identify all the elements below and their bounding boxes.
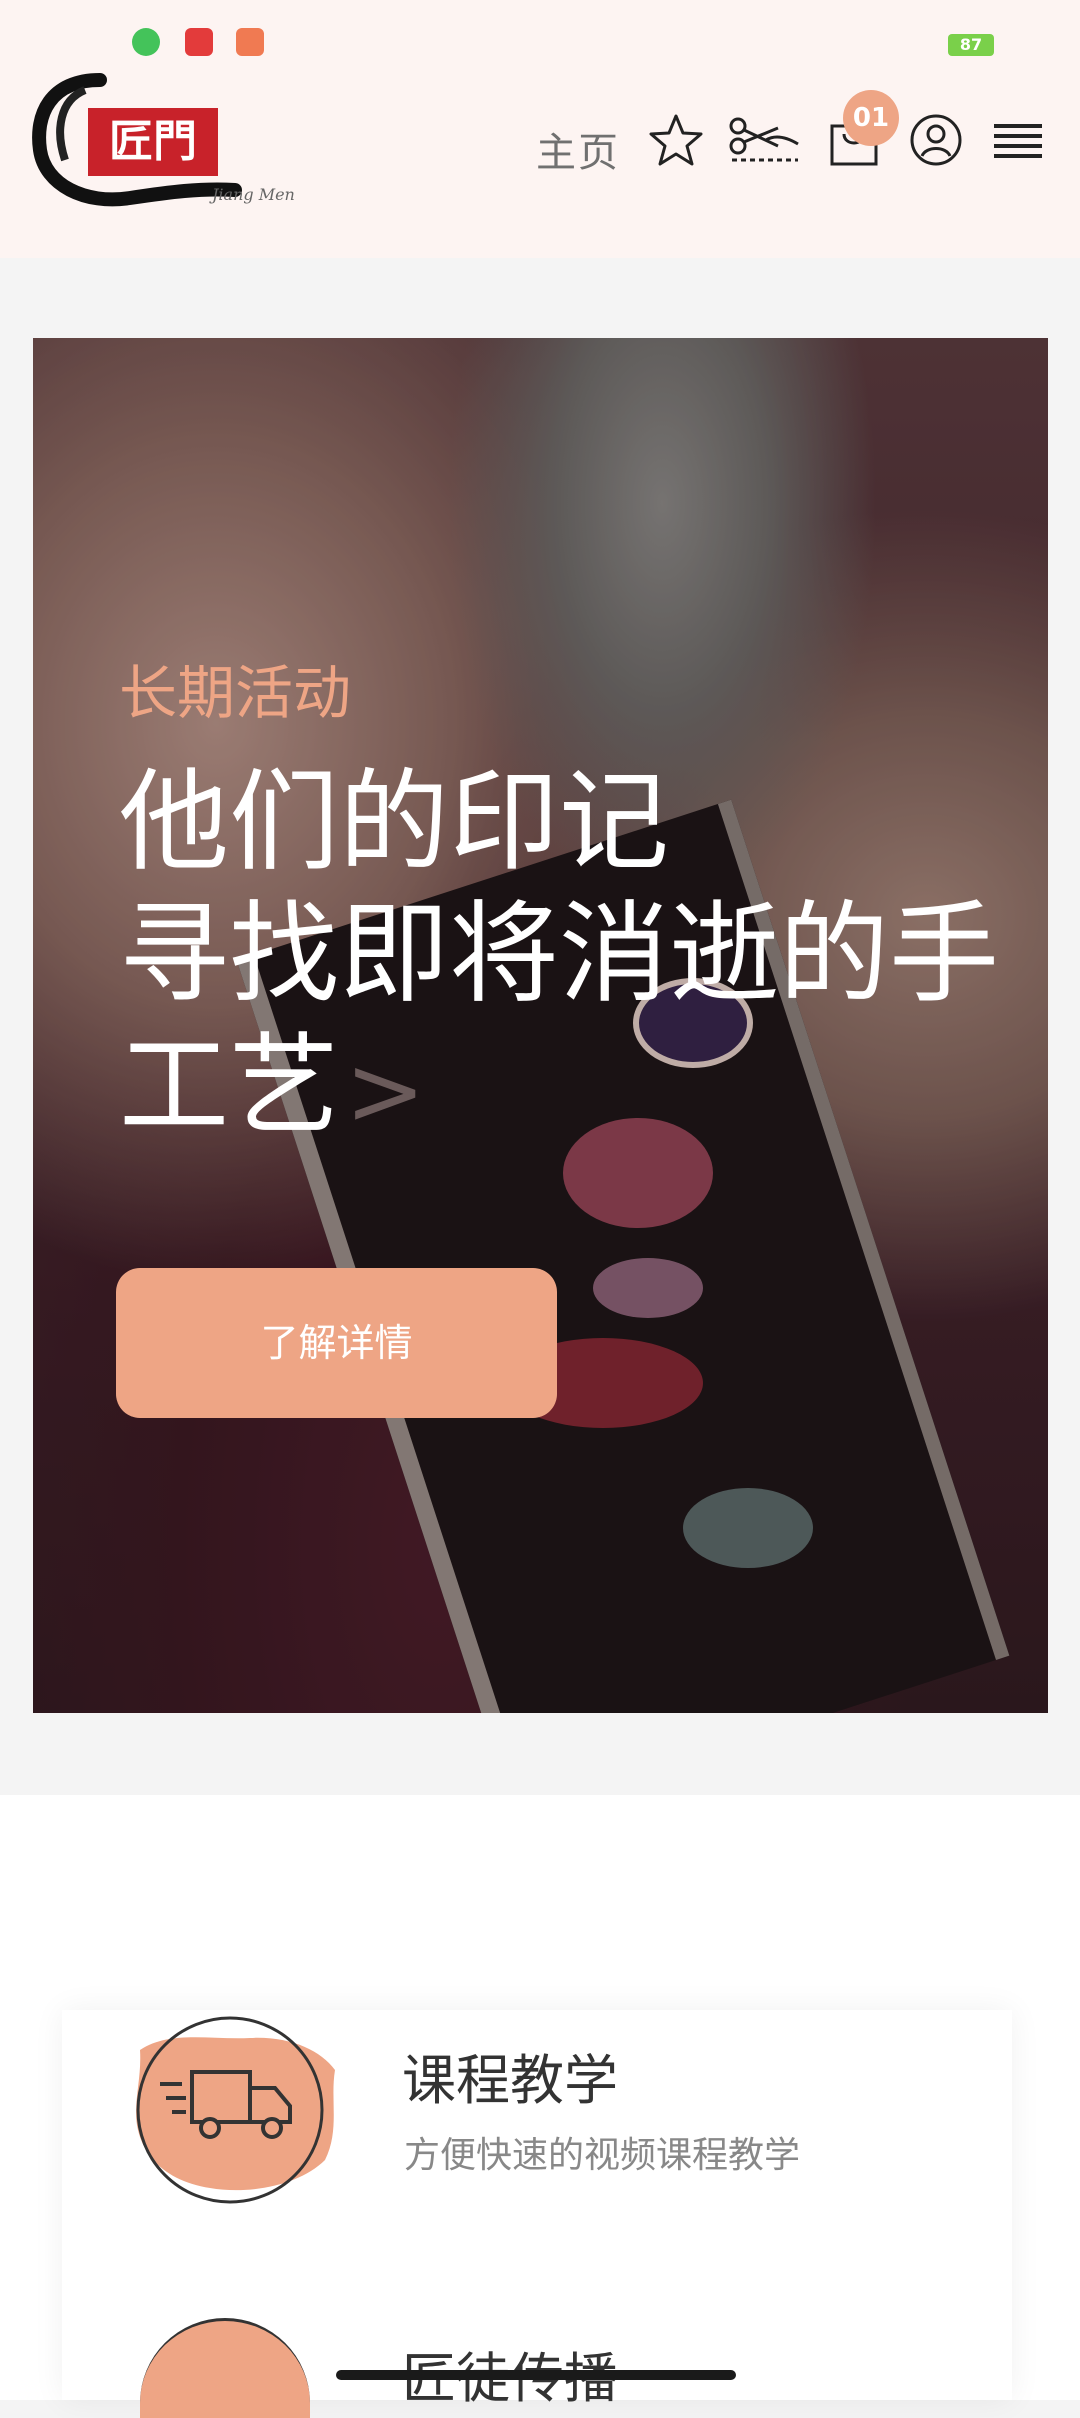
user-account-icon[interactable] [908, 112, 964, 172]
nav-home-link[interactable]: 主页 [536, 120, 620, 178]
battery-indicator: 87 [948, 34, 994, 56]
hero-title-line: 工艺 [119, 1022, 339, 1150]
hero-banner[interactable]: 长期活动 他们的印记 寻找即将消逝的手 工艺> 了解详情 [33, 338, 1048, 1713]
hero-title[interactable]: 他们的印记 寻找即将消逝的手 工艺> [119, 756, 1019, 1157]
hero-title-line: 他们的印记 [119, 758, 669, 886]
shopping-notification-icon [236, 28, 264, 56]
feature-title: 课程教学 [402, 2049, 618, 2112]
chevron-right-icon[interactable]: > [345, 1035, 425, 1147]
delivery-truck-icon [130, 2010, 340, 2210]
wechat-notification-icon [132, 28, 160, 56]
menu-hamburger-icon[interactable] [990, 112, 1046, 172]
learn-more-button[interactable]: 了解详情 [116, 1268, 557, 1418]
craft-sewing-icon[interactable] [726, 112, 800, 172]
hero-tag: 长期活动 [119, 659, 352, 727]
favorites-star-icon[interactable] [648, 112, 704, 172]
feature-subtitle: 方便快速的视频课程教学 [404, 2135, 801, 2176]
logo-text: 匠門 [109, 116, 197, 167]
logo-script: Jiang Men [209, 185, 295, 204]
netease-music-notification-icon [185, 28, 213, 56]
brand-logo[interactable]: 匠門 Jiang Men [30, 70, 300, 210]
hero-title-line: 寻找即将消逝的手 [119, 890, 999, 1018]
cart-count-badge: 01 [843, 90, 899, 146]
home-indicator[interactable] [336, 2370, 736, 2380]
